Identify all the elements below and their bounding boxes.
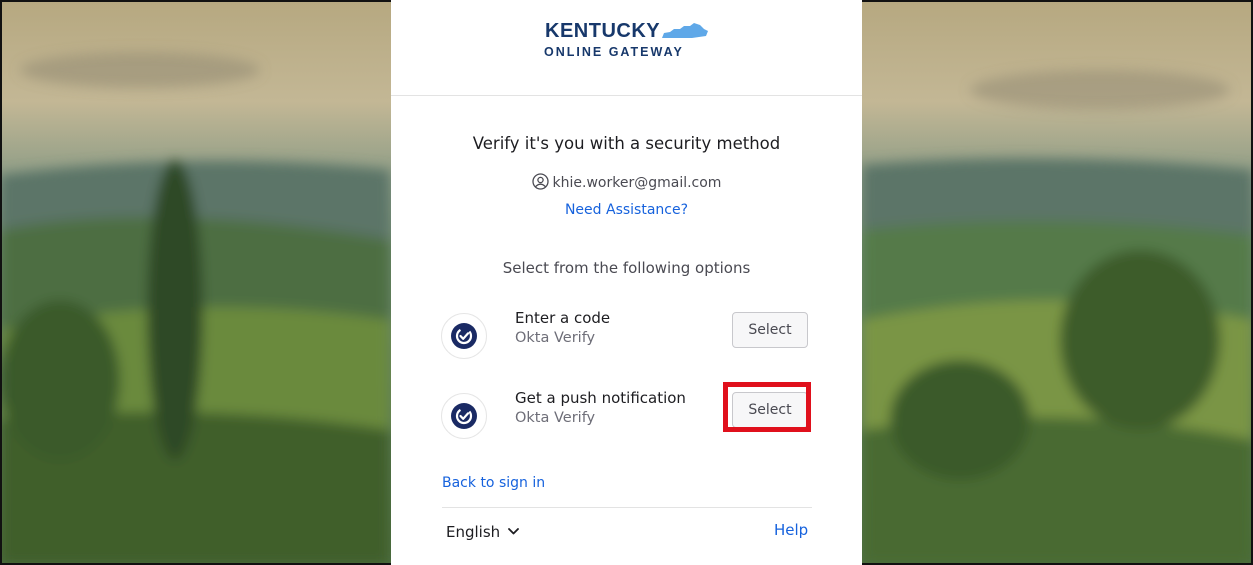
highlight-box <box>723 382 811 432</box>
options-subtitle: Select from the following options <box>502 259 751 277</box>
option-provider: Okta Verify <box>515 410 596 426</box>
logo-text-kentucky: KENTUCKY <box>545 20 661 42</box>
logo-text-online-gateway: ONLINE GATEWAY <box>544 45 684 59</box>
kentucky-state-icon <box>662 23 708 38</box>
option-provider: Okta Verify <box>515 330 596 346</box>
option-name: Get a push notification <box>515 389 686 407</box>
back-to-sign-in-link[interactable]: Back to sign in <box>442 475 545 491</box>
okta-verify-icon <box>441 313 487 359</box>
user-icon <box>531 173 549 194</box>
user-email: khie.worker@gmail.com <box>552 175 722 191</box>
language-label: English <box>446 523 501 541</box>
kentucky-online-gateway-logo: KENTUCKY ONLINE GATEWAY <box>391 0 862 96</box>
option-name: Enter a code <box>515 309 611 327</box>
footer-divider <box>442 507 812 508</box>
need-assistance-link[interactable]: Need Assistance? <box>391 202 862 218</box>
authenticator-option-enter-code: Enter a code Okta Verify Select <box>441 309 813 359</box>
login-card: KENTUCKY ONLINE GATEWAY Verify it's you … <box>391 0 862 565</box>
user-identity: khie.worker@gmail.com <box>391 173 862 194</box>
chevron-down-icon <box>508 521 520 539</box>
okta-verify-icon <box>441 393 487 439</box>
select-enter-code-button[interactable]: Select <box>732 312 808 348</box>
verify-title: Verify it's you with a security method <box>472 134 781 153</box>
help-link[interactable]: Help <box>774 521 808 539</box>
language-selector[interactable]: English <box>446 521 520 541</box>
